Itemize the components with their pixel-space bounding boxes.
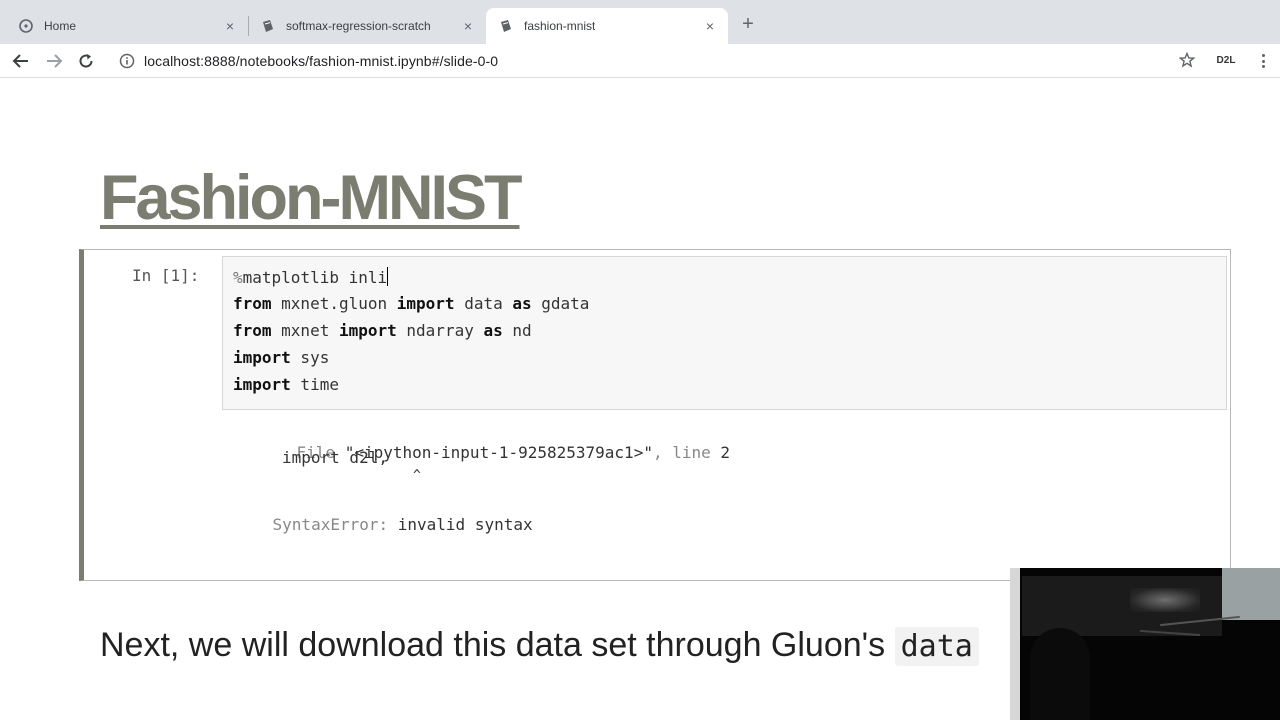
code-line: from mxnet import ndarray as nd xyxy=(233,321,532,340)
code-line: import time xyxy=(233,375,339,394)
bookmark-star-icon[interactable] xyxy=(1176,49,1198,71)
notebook-favicon-icon xyxy=(260,18,276,34)
error-name: SyntaxError: xyxy=(272,515,389,534)
arrow-left-icon xyxy=(12,54,28,68)
next-paragraph-text: Next, we will download this data set thr… xyxy=(100,626,886,664)
webcam-video-overlay xyxy=(1010,568,1280,720)
browser-menu-icon[interactable] xyxy=(1254,51,1272,71)
code-keyword: import xyxy=(233,348,291,367)
tab-home[interactable]: Home × xyxy=(0,8,248,44)
back-button[interactable] xyxy=(9,49,33,73)
site-info-icon[interactable] xyxy=(118,52,136,70)
code-token: data xyxy=(454,294,513,313)
code-input[interactable]: %matplotlib inli from mxnet.gluon import … xyxy=(222,256,1227,410)
code-token: mxnet.gluon xyxy=(271,294,397,313)
traceback-code-line: import d2l, xyxy=(282,448,388,467)
url-text: localhost:8888/notebooks/fashion-mnist.i… xyxy=(144,53,499,69)
traceback-line-sep: , line xyxy=(652,443,721,462)
home-tab-favicon-icon xyxy=(18,18,34,34)
address-bar[interactable]: localhost:8888/notebooks/fashion-mnist.i… xyxy=(108,47,1208,75)
code-token: array xyxy=(425,321,484,340)
code-cell[interactable]: In [1]: %matplotlib inli from mxnet.gluon… xyxy=(79,249,1231,581)
code-token: gdata xyxy=(531,294,590,313)
code-keyword: as xyxy=(483,321,503,340)
text-cursor xyxy=(387,267,389,286)
traceback-line-number: 2 xyxy=(720,443,731,462)
code-keyword: import xyxy=(338,321,397,340)
tab-fashion-mnist[interactable]: fashion-mnist × xyxy=(486,8,728,44)
code-keyword: import xyxy=(233,375,291,394)
reload-button[interactable] xyxy=(74,49,98,73)
tab-title: softmax-regression-scratch xyxy=(286,19,431,33)
traceback-file-name: "<ipython-input-1-925825379ac1>" xyxy=(344,443,653,462)
code-keyword: from xyxy=(233,321,272,340)
cell-prompt: In [1]: xyxy=(132,266,200,285)
code-token: mxnet xyxy=(271,321,339,340)
close-tab-icon[interactable]: × xyxy=(460,18,476,34)
traceback-caret: ^ xyxy=(413,468,421,483)
tab-title: fashion-mnist xyxy=(524,19,596,33)
code-line: %matplotlib inli xyxy=(233,267,389,287)
page-title: Fashion-MNIST xyxy=(100,163,522,233)
code-token: sys xyxy=(290,348,330,367)
browser-toolbar: localhost:8888/notebooks/fashion-mnist.i… xyxy=(0,44,1280,78)
error-message: invalid syntax xyxy=(388,515,533,534)
close-tab-icon[interactable]: × xyxy=(222,18,238,34)
code-token: % xyxy=(233,268,243,287)
next-paragraph: Next, we will download this data set thr… xyxy=(100,626,979,666)
code-line: from mxnet.gluon import data as gdata xyxy=(233,294,589,313)
code-token: time xyxy=(290,375,339,394)
tab-softmax-regression[interactable]: softmax-regression-scratch × xyxy=(248,8,486,44)
code-keyword: import xyxy=(396,294,455,313)
code-keyword: from xyxy=(233,294,272,313)
forward-button[interactable] xyxy=(42,49,66,73)
arrow-right-icon xyxy=(47,54,63,68)
tab-title: Home xyxy=(44,19,77,33)
code-token: nd xyxy=(396,321,426,340)
code-keyword: as xyxy=(512,294,532,313)
inline-code-data: data xyxy=(894,627,979,666)
close-tab-icon[interactable]: × xyxy=(702,18,718,34)
syntax-error-line: SyntaxError: invalid syntax xyxy=(234,496,533,553)
code-line: import sys xyxy=(233,348,329,367)
reload-icon xyxy=(79,54,93,68)
code-token: nd xyxy=(502,321,532,340)
notebook-favicon-icon xyxy=(498,18,514,34)
code-token: matplotlib inli xyxy=(242,268,388,287)
d2l-extension-button[interactable]: D2L xyxy=(1210,53,1242,69)
tab-strip: Home × softmax-regression-scratch × fash… xyxy=(0,0,1280,44)
new-tab-button[interactable]: + xyxy=(737,14,759,36)
